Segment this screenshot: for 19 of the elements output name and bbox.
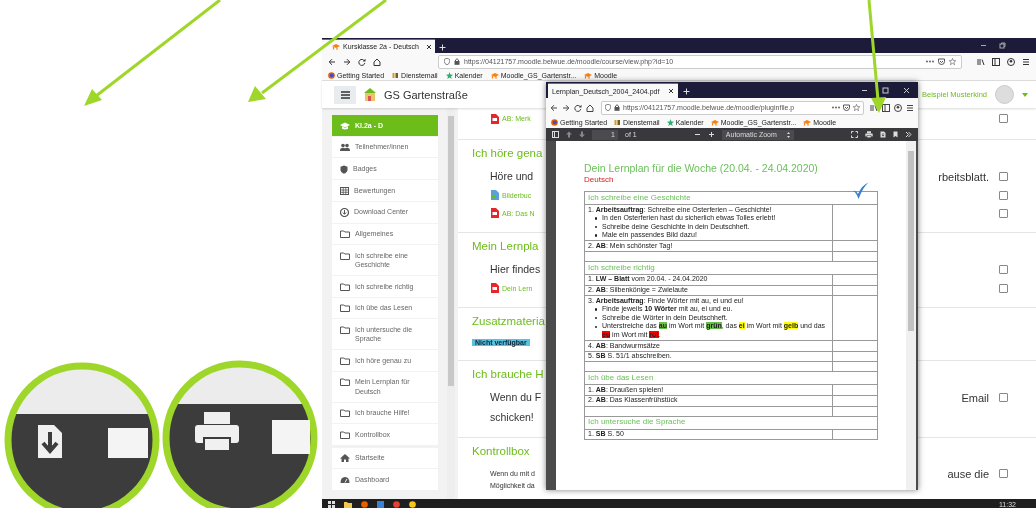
section-heading: Ich schreibe eine Geschichte [588, 193, 691, 203]
body-text: rbeitsblatt. [938, 171, 989, 183]
section-heading: Ich untersuche die Sprache [588, 418, 686, 427]
section-heading: Ich übe das Lesen [588, 374, 654, 383]
section-heading: Mein Lernpla [472, 240, 539, 252]
section-heading: Ich schreibe richtig [588, 263, 655, 273]
section-heading: Ich brauche H [472, 368, 544, 380]
site-name[interactable]: GS Gartenstraße [384, 88, 468, 101]
body-text: ause die [947, 468, 989, 480]
body-text: Höre und [490, 170, 534, 182]
body-text: schicken! [490, 411, 534, 423]
subject-label: Deutsch [584, 175, 615, 185]
document-title: Dein Lernplan für die Woche (20.04. - 24.04.2020) [584, 161, 819, 175]
body-text: Wenn du F [490, 391, 542, 403]
body-text: Hier findes [490, 263, 541, 275]
section-heading: Ich höre gena [472, 147, 543, 159]
body-text: Email [961, 392, 989, 404]
section-heading: Kontrollbox [472, 445, 530, 457]
section-heading: Zusatzmateria [472, 315, 545, 327]
